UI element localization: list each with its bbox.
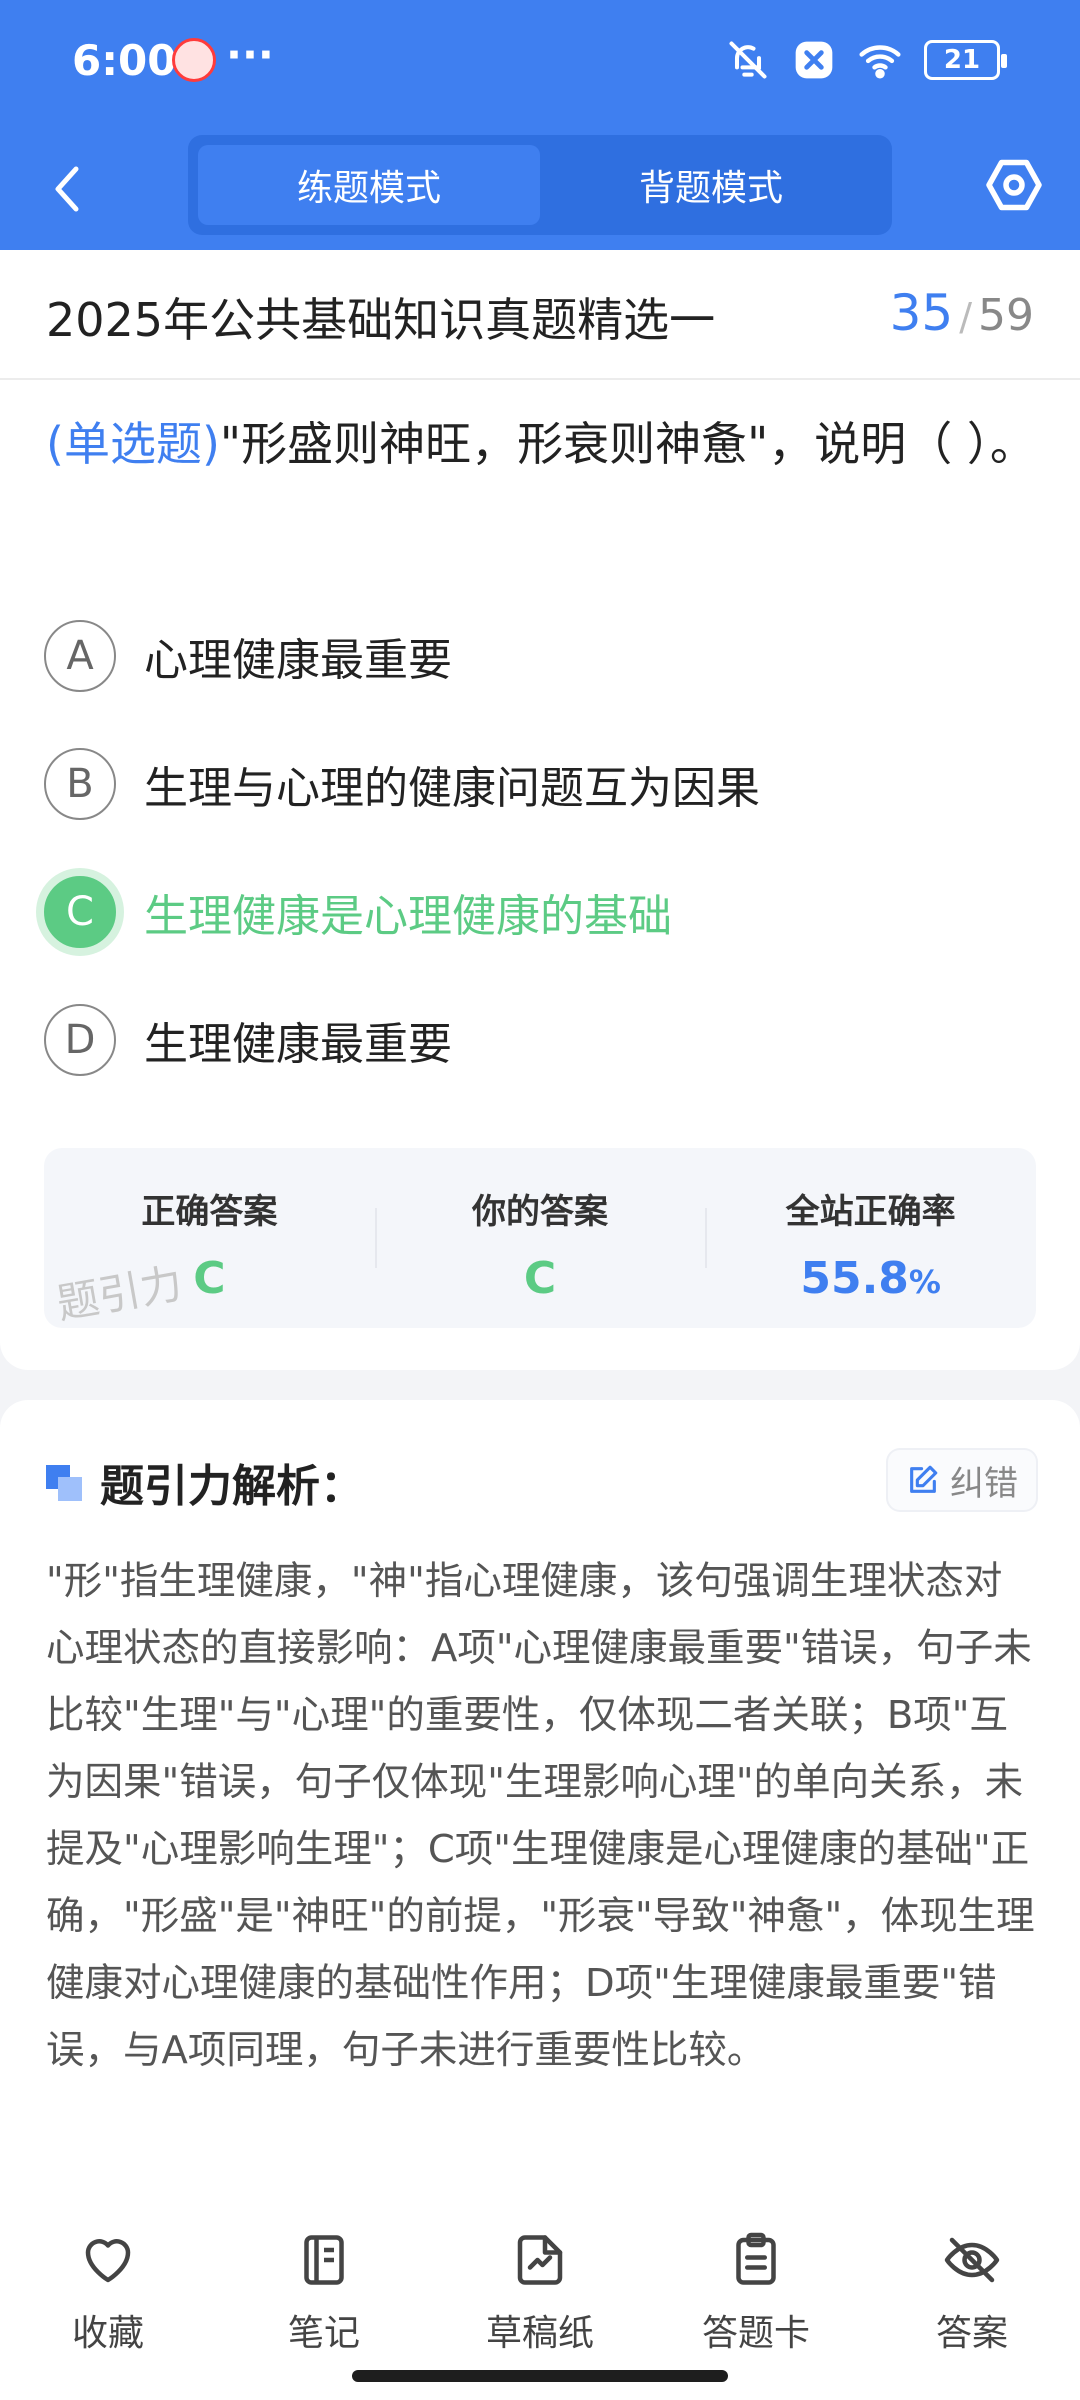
question-title-row: 2025年公共基础知识真题精选一 35/59 bbox=[0, 250, 1080, 380]
heart-icon bbox=[85, 2239, 131, 2283]
notification-app-icon bbox=[172, 38, 216, 82]
option-letter: A bbox=[44, 620, 116, 692]
your-answer-label: 你的答案 bbox=[472, 1192, 608, 1232]
accuracy-unit: % bbox=[908, 1263, 941, 1301]
option-text: 生理健康是心理健康的基础 bbox=[144, 891, 672, 942]
report-error-button[interactable]: 纠错 bbox=[888, 1450, 1036, 1510]
total-question-count: 59 bbox=[978, 290, 1034, 341]
tab-recite-mode[interactable]: 背题模式 bbox=[540, 145, 882, 225]
more-notifications-indicator: ··· bbox=[226, 30, 274, 79]
accuracy-value: 55.8% bbox=[800, 1253, 941, 1304]
watermark-text: 题引力 bbox=[53, 1258, 186, 1329]
analysis-title: 题引力解析： bbox=[100, 1461, 364, 1512]
option-text: 生理健康最重要 bbox=[144, 1019, 452, 1070]
eye-off-icon bbox=[944, 2237, 1000, 2283]
analysis-card: 题引力解析： 纠错 "形"指生理健康，"神"指心理健康，该句强调生理状态对心理状… bbox=[0, 1400, 1080, 2200]
wifi-icon bbox=[859, 45, 901, 79]
option-b[interactable]: B 生理与心理的健康问题互为因果 bbox=[44, 746, 1034, 822]
show-answer-button[interactable]: 答案 bbox=[864, 2200, 1080, 2400]
option-c[interactable]: C 生理健康是心理健康的基础 bbox=[44, 874, 1034, 950]
settings-hexagon-icon[interactable] bbox=[984, 155, 1044, 215]
question-set-title: 2025年公共基础知识真题精选一 bbox=[46, 293, 716, 347]
option-letter: B bbox=[44, 748, 116, 820]
question-stem-text: "形盛则神旺，形衰则神惫"，说明（ ）。 bbox=[219, 417, 1036, 471]
correct-answer-col: 正确答案 C 题引力 bbox=[44, 1148, 375, 1329]
edit-icon bbox=[910, 1465, 938, 1493]
mute-bell-icon bbox=[729, 41, 767, 79]
app-header: 6:00 ··· 21 练题模式 背题模式 bbox=[0, 0, 1080, 250]
draft-icon bbox=[517, 2235, 563, 2285]
answer-summary: 正确答案 C 题引力 你的答案 C 全站正确率 55.8% bbox=[44, 1148, 1036, 1329]
mode-switch: 练题模式 背题模式 bbox=[188, 135, 892, 235]
option-letter: D bbox=[44, 1004, 116, 1076]
question-type-tag: (单选题) bbox=[46, 417, 220, 471]
correct-answer-label: 正确答案 bbox=[141, 1192, 278, 1232]
nav-bar: 练题模式 背题模式 bbox=[0, 135, 1080, 245]
current-question-number: 35 bbox=[889, 284, 954, 342]
option-a[interactable]: A 心理健康最重要 bbox=[44, 618, 1034, 694]
your-answer-value: C bbox=[523, 1253, 557, 1304]
accuracy-label: 全站正确率 bbox=[785, 1192, 956, 1232]
question-progress[interactable]: 35/59 bbox=[890, 284, 1034, 342]
close-box-icon bbox=[795, 41, 833, 79]
analysis-header: 题引力解析： bbox=[46, 1450, 364, 1514]
notebook-icon bbox=[304, 2235, 344, 2285]
correct-answer-value: C bbox=[193, 1253, 226, 1304]
option-letter: C bbox=[44, 876, 116, 948]
accuracy-col: 全站正确率 55.8% bbox=[705, 1148, 1036, 1328]
report-error-label: 纠错 bbox=[950, 1463, 1018, 1504]
back-button[interactable] bbox=[42, 159, 92, 219]
analysis-squares-icon bbox=[46, 1465, 82, 1501]
option-text: 生理与心理的健康问题互为因果 bbox=[144, 763, 760, 814]
battery-icon: 21 bbox=[924, 40, 1007, 80]
notes-label: 笔记 bbox=[287, 2313, 360, 2354]
answer-card-icon bbox=[736, 2232, 776, 2285]
favorite-label: 收藏 bbox=[71, 2313, 144, 2354]
progress-separator: / bbox=[959, 295, 972, 339]
status-bar: 6:00 ··· 21 bbox=[0, 0, 1080, 120]
analysis-text: "形"指生理健康，"神"指心理健康，该句强调生理状态对心理状态的直接影响：A项"… bbox=[46, 1559, 1035, 2073]
draft-label: 草稿纸 bbox=[485, 2313, 594, 2354]
chevron-left-icon bbox=[55, 166, 79, 212]
answer-card-label: 答题卡 bbox=[701, 2313, 810, 2354]
question-stem: (单选题)"形盛则神旺，形衰则神惫"，说明（ ）。 bbox=[46, 400, 1036, 488]
question-card: 2025年公共基础知识真题精选一 35/59 (单选题)"形盛则神旺，形衰则神惫… bbox=[0, 250, 1080, 1370]
option-d[interactable]: D 生理健康最重要 bbox=[44, 1002, 1034, 1078]
show-answer-label: 答案 bbox=[935, 2313, 1008, 2354]
status-time: 6:00 bbox=[72, 36, 177, 85]
gesture-handle bbox=[352, 2370, 728, 2382]
favorite-button[interactable]: 收藏 bbox=[0, 2200, 216, 2400]
option-text: 心理健康最重要 bbox=[144, 635, 452, 686]
accuracy-number: 55.8 bbox=[800, 1253, 909, 1304]
your-answer-col: 你的答案 C bbox=[374, 1148, 706, 1328]
tab-practice-mode[interactable]: 练题模式 bbox=[198, 145, 540, 225]
